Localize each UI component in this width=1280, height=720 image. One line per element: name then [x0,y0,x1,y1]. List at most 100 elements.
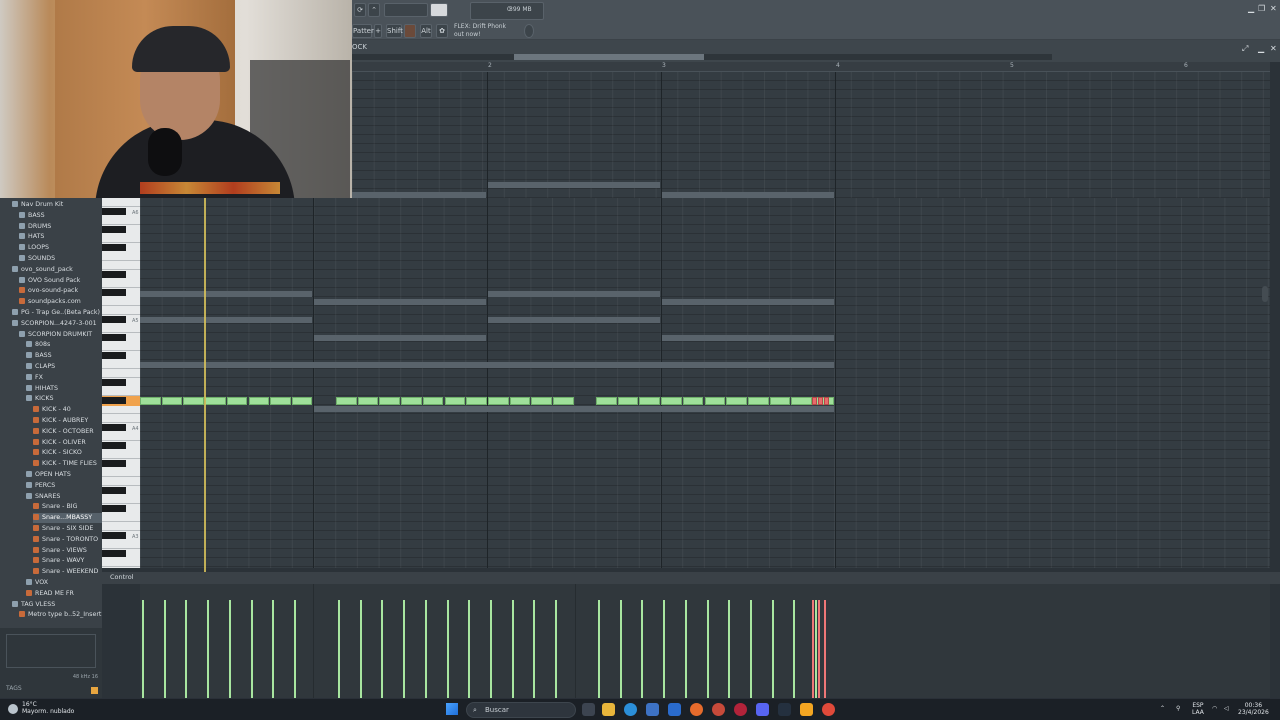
browser-item[interactable]: Snare...MBASSY [33,513,102,524]
minimize-icon[interactable]: ▁ [1248,4,1254,13]
note[interactable] [205,397,226,405]
browser-item[interactable]: Snare - VIEWS [33,546,102,556]
browser-item[interactable]: TAG VLESS [12,600,102,610]
velocity-bar-selected[interactable] [812,600,814,698]
note[interactable] [661,397,682,405]
velocity-bar[interactable] [142,600,144,698]
browser-item[interactable]: OVO Sound Pack [19,276,102,286]
pattern-select[interactable]: Pattern 1 [352,24,378,47]
browser-item[interactable]: SCORPION...4247-3-001 [12,319,102,329]
piano-roll-minimize-icon[interactable]: ▁ [1258,44,1264,53]
chrome-icon[interactable] [712,703,725,716]
browser-item[interactable]: BASS [19,211,102,221]
note[interactable] [791,397,812,405]
browser-item[interactable]: SOUNDS [19,254,102,264]
velocity-bar[interactable] [815,600,817,698]
piano-keyboard[interactable]: A6 A5 A4 A3 [102,198,140,568]
browser-item[interactable]: KICK - OLIVER [33,438,102,448]
black-key[interactable] [102,487,126,494]
volume-icon[interactable]: ◁ [1224,705,1229,712]
browser-item[interactable]: KICK - 40 [33,405,102,415]
browser-item[interactable]: Snare - TORONTO [33,535,102,545]
velocity-bar[interactable] [663,600,666,698]
browser-item[interactable]: PG - Trap Ge..(Beta Pack) [12,308,102,318]
taskbar-search[interactable]: ⌕ Buscar [466,702,576,718]
velocity-bar[interactable] [163,600,166,698]
velocity-bar[interactable] [641,600,644,698]
black-key[interactable] [102,334,126,341]
news-title[interactable]: FLEX: Drift Phonk [454,23,506,30]
browser-item[interactable]: Snare - SIX SIDE [33,524,102,534]
mail-icon[interactable] [668,703,681,716]
weather-widget[interactable]: 16°C Mayorm. nublado [22,701,74,715]
note[interactable] [509,397,531,405]
browser-item[interactable]: VOX [26,578,102,588]
online-icon[interactable] [524,24,534,38]
browser-item[interactable]: Metro type b..52_Insert 1 [19,610,102,620]
task-view-icon[interactable] [582,703,595,716]
news-subtitle[interactable]: out now! [454,31,481,38]
velocity-bar[interactable] [338,600,340,698]
search-icon[interactable] [91,687,98,694]
note[interactable] [531,397,552,405]
black-key[interactable] [102,289,126,296]
velocity-bar[interactable] [250,600,253,698]
velocity-bar-selected[interactable] [824,600,826,698]
selected-note[interactable] [818,397,823,405]
velocity-bar[interactable] [381,600,384,698]
clock[interactable]: 00:36 23/4/2026 [1238,702,1269,716]
windows-start-icon[interactable] [446,703,458,715]
velocity-bar[interactable] [728,600,731,698]
note[interactable] [291,397,312,405]
velocity-bar[interactable] [489,600,492,698]
black-key[interactable] [102,442,126,449]
velocity-bar[interactable] [446,600,449,698]
note[interactable] [422,397,444,405]
tool-icon[interactable]: ⌃ [368,3,380,17]
selected-note[interactable] [824,397,829,405]
close-icon[interactable]: ✕ [1270,4,1277,13]
black-key[interactable] [102,316,126,323]
note[interactable] [248,397,270,405]
black-key[interactable] [102,532,126,539]
browser-item[interactable]: HIHATS [26,384,102,394]
black-key[interactable] [102,550,126,557]
weather-icon[interactable] [8,704,18,714]
velocity-bar[interactable] [555,600,557,698]
velocity-bar[interactable] [207,600,210,698]
note[interactable] [553,397,574,405]
black-key[interactable] [102,379,126,386]
black-key[interactable] [102,271,126,278]
note[interactable] [769,397,791,405]
velocity-bar[interactable] [185,600,188,698]
browser-item[interactable]: Snare - WAVY [33,556,102,566]
velocity-bar[interactable] [598,600,600,698]
opera-icon[interactable] [734,703,747,716]
browser-item[interactable]: LOOPS [19,243,102,253]
velocity-bar[interactable] [749,600,752,698]
note[interactable] [487,397,509,405]
selected-note[interactable] [812,397,817,405]
snap-icon[interactable]: ⟳ [354,3,366,17]
language-indicator[interactable]: ESP LAA [1192,702,1204,716]
wifi-icon[interactable]: ◠ [1212,705,1217,712]
piano-roll-close-icon[interactable]: ✕ [1270,44,1277,53]
note[interactable] [357,397,379,405]
browser-item[interactable]: KICK - OCTOBER [33,427,102,437]
shift-button[interactable]: Shift [386,24,403,38]
velocity-bar[interactable] [771,600,774,698]
note-grid-upper[interactable] [352,72,1270,198]
browser-item[interactable]: HATS [19,232,102,242]
note[interactable] [336,397,357,405]
note[interactable] [444,397,466,405]
black-key[interactable] [102,397,126,404]
browser-item[interactable]: SNARES [26,492,102,502]
ctrl-button[interactable] [404,24,416,38]
black-key[interactable] [102,460,126,467]
browser-item[interactable]: SCORPION DRUMKIT [19,330,102,340]
velocity-bar[interactable] [511,600,514,698]
velocity-bar[interactable] [228,600,231,698]
note[interactable] [226,397,248,405]
browser-item[interactable]: DRUMS [19,222,102,232]
browser-item[interactable]: Snare - WEEKEND [33,567,102,577]
